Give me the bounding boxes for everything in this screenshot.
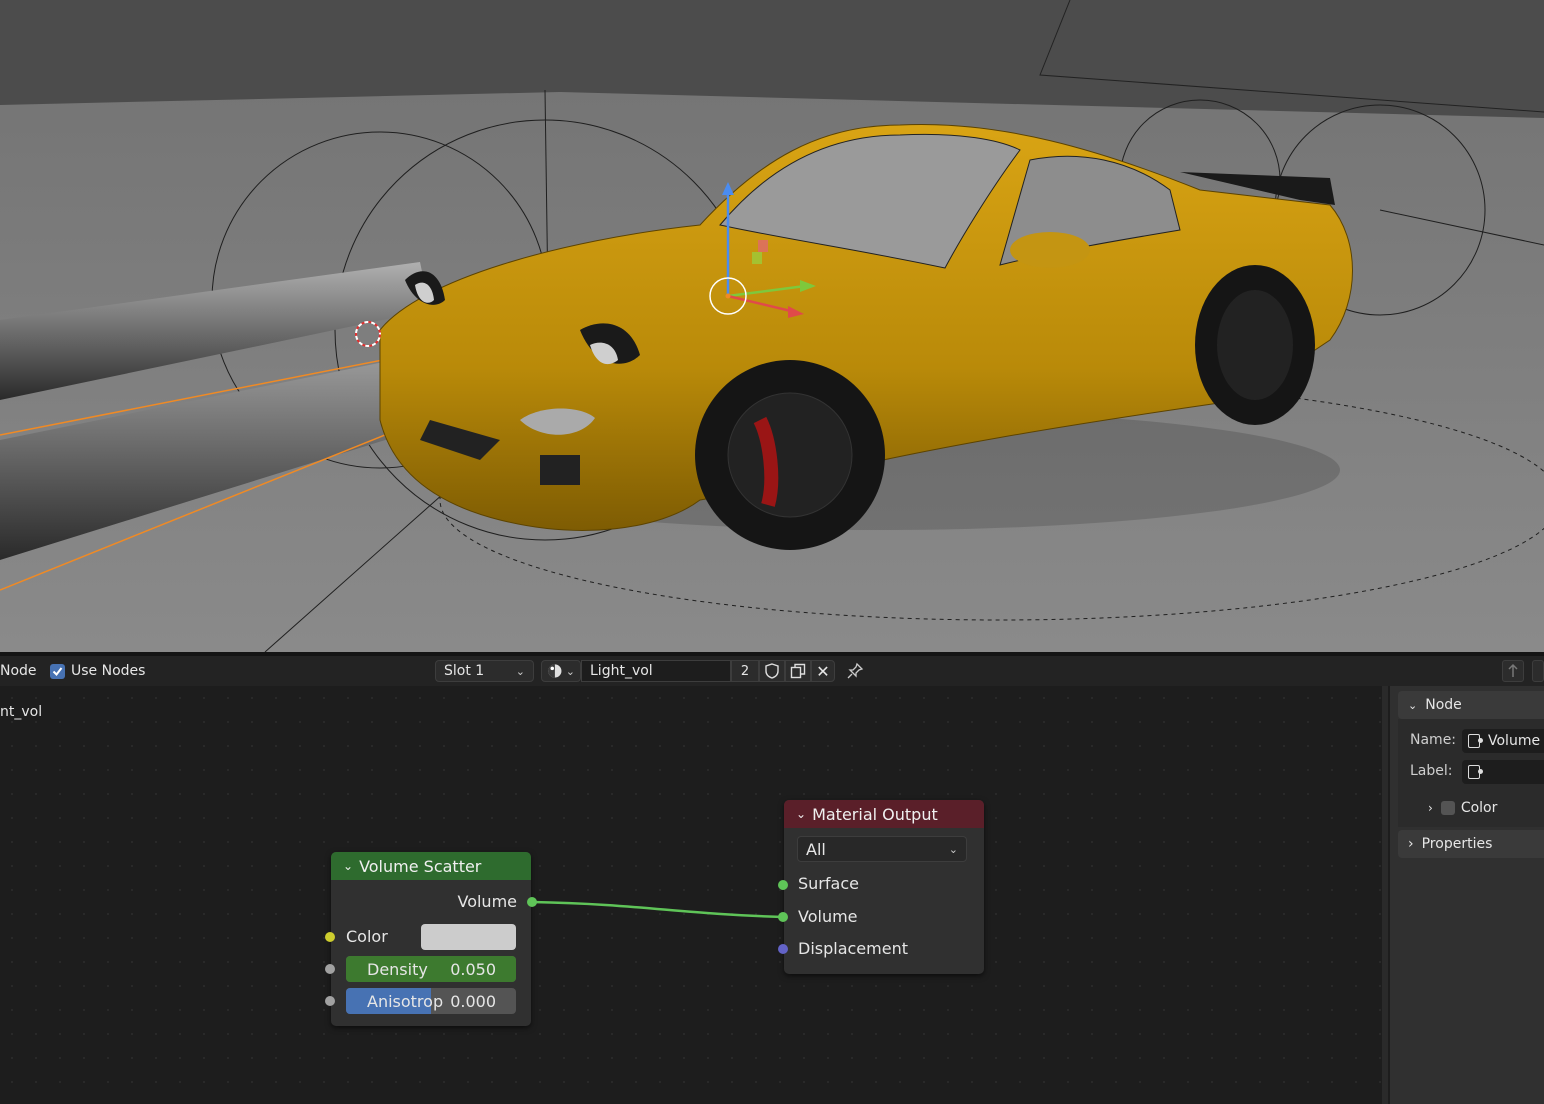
- collapse-chevron-icon[interactable]: ⌄: [343, 859, 353, 873]
- node-icon: [1468, 765, 1483, 779]
- name-value: Volume: [1488, 733, 1541, 749]
- editor-type-label[interactable]: Node: [0, 656, 37, 686]
- volume-output-socket[interactable]: [527, 897, 537, 907]
- density-label: Density: [367, 959, 428, 979]
- name-field[interactable]: Volume: [1462, 729, 1544, 753]
- target-label: All: [806, 839, 826, 859]
- node-panel-title: Node: [1425, 697, 1462, 713]
- density-value: 0.050: [450, 959, 496, 979]
- material-sphere-icon: [548, 664, 562, 678]
- user-count-button[interactable]: 2: [731, 660, 759, 682]
- volume-scatter-header[interactable]: ⌄ Volume Scatter: [331, 852, 531, 880]
- sidebar-scrollbar[interactable]: [1382, 686, 1388, 1104]
- link-volume[interactable]: [531, 900, 784, 919]
- density-input-socket[interactable]: [325, 964, 335, 974]
- material-output-header[interactable]: ⌄ Material Output: [784, 800, 984, 828]
- anisotropy-input-socket[interactable]: [325, 996, 335, 1006]
- breadcrumb: nt_vol: [0, 704, 42, 720]
- parent-node-tree-button[interactable]: [1502, 660, 1524, 682]
- editor-type-text: Node: [0, 663, 37, 679]
- volume-scatter-node[interactable]: ⌄ Volume Scatter Volume Color Density 0.…: [325, 852, 537, 1026]
- 3d-viewport[interactable]: [0, 0, 1544, 652]
- checkbox-checked-icon[interactable]: [50, 663, 65, 679]
- anisotropy-value: 0.000: [450, 991, 496, 1011]
- properties-panel-header[interactable]: › Properties: [1398, 830, 1544, 858]
- surface-input-socket[interactable]: [778, 880, 788, 890]
- fake-user-button[interactable]: [759, 660, 785, 682]
- color-checkbox[interactable]: [1440, 801, 1455, 815]
- node-sidebar: ⌄ Node Name: Volume Label: › Color › Pro…: [1390, 686, 1544, 1104]
- label-label: Label:: [1410, 763, 1453, 779]
- name-label: Name:: [1410, 732, 1457, 748]
- anisotropy-label: Anisotrop: [367, 991, 444, 1011]
- color-input-socket[interactable]: [325, 932, 335, 942]
- unlink-material-button[interactable]: ✕: [811, 660, 835, 682]
- close-icon: ✕: [816, 661, 830, 681]
- color-swatch[interactable]: [421, 924, 516, 950]
- volume-input-socket[interactable]: [778, 912, 788, 922]
- breadcrumb-text: nt_vol: [0, 704, 43, 720]
- node-editor-canvas[interactable]: ⌄ Volume Scatter Volume Color Density 0.…: [0, 686, 1382, 1104]
- color-subpanel-label: Color: [1460, 800, 1498, 816]
- chevron-right-icon: ›: [1428, 801, 1433, 815]
- volume-label: Volume: [798, 907, 858, 926]
- surface-label: Surface: [798, 874, 859, 893]
- arrow-up-icon: [1508, 663, 1518, 677]
- anisotropy-slider[interactable]: Anisotrop 0.000: [346, 988, 516, 1014]
- output-volume-label: Volume: [457, 892, 517, 911]
- node-icon: [1468, 734, 1483, 748]
- chevron-down-icon: ⌄: [948, 842, 958, 856]
- duplicate-icon: [790, 663, 806, 679]
- density-slider[interactable]: Density 0.050: [346, 956, 516, 982]
- overlay-button[interactable]: [1532, 660, 1544, 682]
- pin-button[interactable]: [846, 656, 864, 686]
- material-name-field[interactable]: Light_vol: [581, 660, 731, 682]
- shield-icon: [765, 663, 779, 679]
- displacement-input-socket[interactable]: [778, 944, 788, 954]
- collapse-chevron-icon[interactable]: ⌄: [796, 807, 806, 821]
- node-title: Material Output: [812, 804, 938, 824]
- color-subpanel[interactable]: › Color: [1428, 800, 1497, 816]
- user-count-text: 2: [740, 663, 750, 679]
- slot-dropdown[interactable]: Slot 1 ⌄: [435, 660, 534, 682]
- chevron-right-icon: ›: [1408, 836, 1414, 852]
- label-field[interactable]: [1462, 760, 1544, 784]
- material-output-node[interactable]: ⌄ Material Output All ⌄ Surface Volume D…: [778, 800, 984, 974]
- pin-icon: [847, 662, 864, 679]
- use-nodes-label: Use Nodes: [71, 663, 146, 679]
- viewport-scene: [0, 0, 1544, 652]
- properties-panel-title: Properties: [1421, 836, 1493, 852]
- node-panel-header[interactable]: ⌄ Node: [1398, 691, 1544, 719]
- node-editor-header: Node Use Nodes Slot 1 ⌄ ⌄ Light_vol 2 ✕: [0, 656, 1544, 686]
- material-browse-button[interactable]: ⌄: [541, 660, 581, 682]
- target-dropdown[interactable]: All ⌄: [797, 836, 967, 862]
- node-links: [531, 900, 784, 919]
- node-title: Volume Scatter: [359, 856, 482, 876]
- color-label: Color: [346, 927, 388, 946]
- duplicate-material-button[interactable]: [785, 660, 811, 682]
- material-name-text: Light_vol: [590, 663, 653, 679]
- use-nodes-toggle[interactable]: Use Nodes: [50, 656, 145, 686]
- slot-label: Slot 1: [444, 663, 485, 679]
- chevron-down-icon: ⌄: [1408, 698, 1418, 712]
- chevron-down-icon: ⌄: [565, 664, 575, 678]
- displacement-label: Displacement: [798, 939, 908, 958]
- chevron-down-icon: ⌄: [515, 664, 525, 678]
